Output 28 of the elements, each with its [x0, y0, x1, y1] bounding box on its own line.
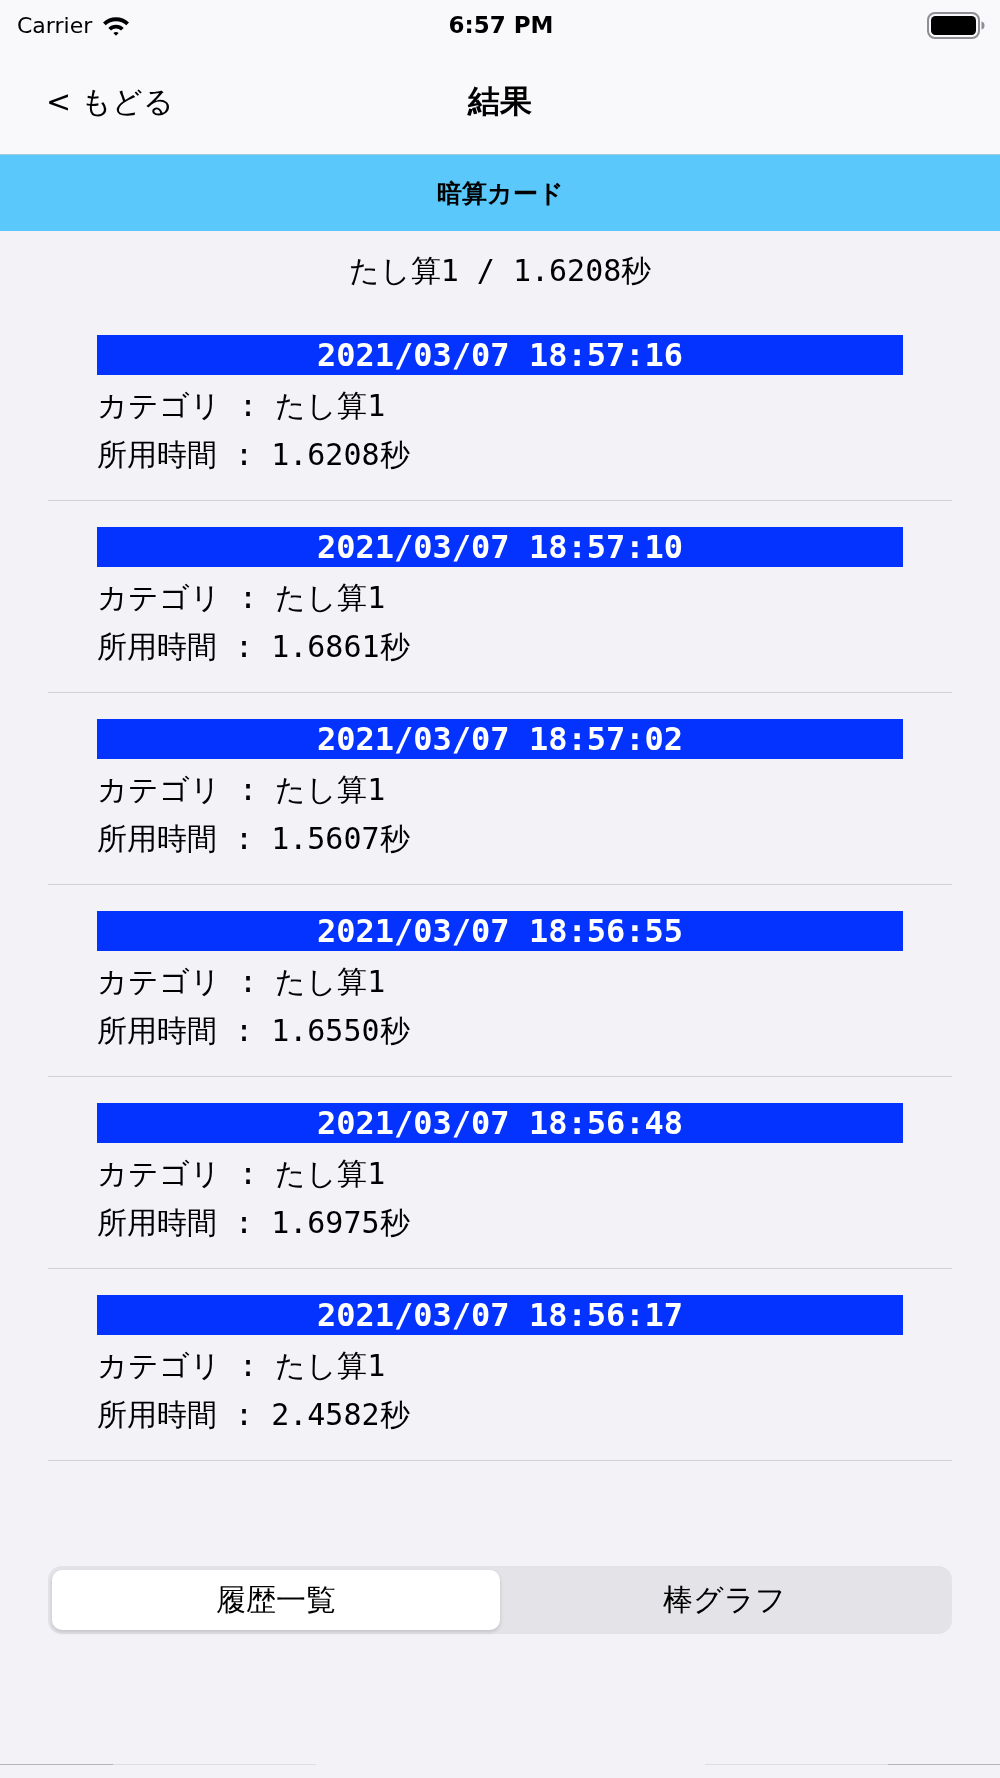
duration-text: 所用時間 : 1.6975秒	[97, 1204, 411, 1242]
category-text: カテゴリ : たし算1	[97, 579, 387, 617]
nav-title: 結果	[468, 81, 532, 122]
timestamp-bar: 2021/03/07 18:56:48	[97, 1103, 903, 1143]
battery-icon	[927, 11, 985, 39]
duration-text: 所用時間 : 1.6208秒	[97, 436, 411, 474]
timestamp-bar: 2021/03/07 18:56:55	[97, 911, 903, 951]
wifi-icon	[102, 14, 131, 36]
timestamp-bar: 2021/03/07 18:57:10	[97, 527, 903, 567]
category-text: カテゴリ : たし算1	[97, 771, 387, 809]
section-banner: 暗算カード	[0, 155, 1000, 231]
category-text: カテゴリ : たし算1	[97, 1347, 387, 1385]
category-text: カテゴリ : たし算1	[97, 963, 387, 1001]
status-time: 6:57 PM	[448, 12, 554, 38]
duration-text: 所用時間 : 1.6861秒	[97, 628, 411, 666]
duration-text: 所用時間 : 1.6550秒	[97, 1012, 411, 1050]
duration-text: 所用時間 : 2.4582秒	[97, 1396, 411, 1434]
back-button[interactable]: < もどる	[46, 81, 174, 123]
category-text: カテゴリ : たし算1	[97, 1155, 387, 1193]
timestamp-bar: 2021/03/07 18:57:02	[97, 719, 903, 759]
segment-tab[interactable]: 棒グラフ	[500, 1570, 948, 1630]
timestamp-bar: 2021/03/07 18:57:16	[97, 335, 903, 375]
carrier-text: Carrier	[17, 12, 93, 38]
summary-text: たし算1 / 1.6208秒	[347, 252, 653, 290]
timestamp-bar: 2021/03/07 18:56:17	[97, 1295, 903, 1335]
duration-text: 所用時間 : 1.5607秒	[97, 820, 411, 858]
category-text: カテゴリ : たし算1	[97, 387, 387, 425]
segment-tab[interactable]: 履歴一覧	[52, 1570, 500, 1630]
